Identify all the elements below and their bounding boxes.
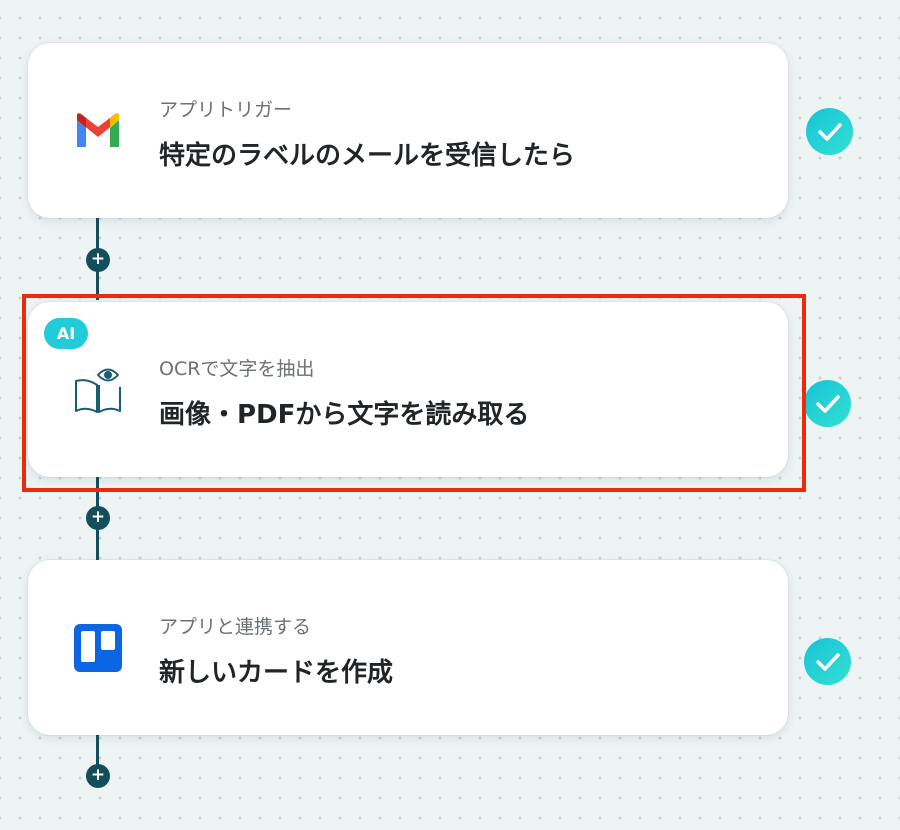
check-icon: [806, 108, 853, 155]
book-eye-icon: [73, 365, 123, 415]
step-subtitle: OCRで文字を抽出: [159, 358, 315, 380]
step-subtitle: アプリトリガー: [159, 99, 293, 121]
ai-badge: AI: [44, 318, 88, 349]
step-card-ocr[interactable]: OCRで文字を抽出 画像・PDFから文字を読み取る: [28, 302, 788, 477]
check-icon: [804, 380, 851, 427]
step-card-trello[interactable]: アプリと連携する 新しいカードを作成: [28, 560, 788, 735]
step-subtitle: アプリと連携する: [159, 616, 312, 638]
gmail-icon: [73, 106, 123, 156]
step-title: 特定のラベルのメールを受信したら: [159, 141, 576, 171]
check-icon: [804, 638, 851, 685]
step-title: 画像・PDFから文字を読み取る: [159, 400, 530, 430]
trello-icon: [73, 623, 123, 673]
add-step-button[interactable]: +: [86, 248, 110, 272]
add-step-button[interactable]: +: [86, 764, 110, 788]
add-step-button[interactable]: +: [86, 506, 110, 530]
step-card-gmail-trigger[interactable]: アプリトリガー 特定のラベルのメールを受信したら: [28, 43, 788, 218]
step-title: 新しいカードを作成: [159, 658, 394, 688]
